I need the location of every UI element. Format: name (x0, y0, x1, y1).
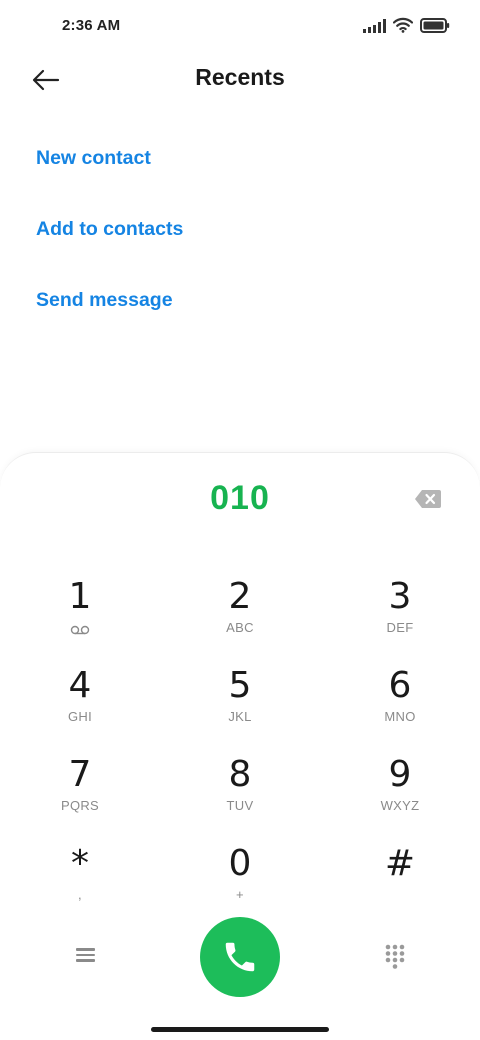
home-indicator[interactable] (151, 1027, 329, 1032)
key-digit: 8 (228, 754, 252, 795)
key-letters: PQRS (60, 798, 100, 813)
send-message-button[interactable]: Send message (36, 272, 444, 343)
dialed-number[interactable]: 010 (0, 479, 480, 518)
key-letters: MNO (384, 709, 416, 724)
key-letters: GHI (67, 709, 92, 724)
key-letters: WXYZ (380, 798, 420, 813)
key-letters: DEF (386, 620, 414, 635)
status-time: 2:36 AM (62, 17, 121, 34)
key-4[interactable]: 4 GHI (0, 664, 160, 753)
battery-icon (420, 18, 450, 33)
key-letters: ABC (226, 620, 254, 635)
backspace-icon (415, 490, 441, 508)
header: Recents (0, 52, 480, 108)
key-digit: 5 (228, 665, 252, 706)
page-title: Recents (195, 64, 285, 90)
key-letters: TUV (226, 798, 254, 813)
key-row: 1 2 ABC 3 DEF (0, 575, 480, 664)
key-digit: 6 (388, 665, 412, 706)
key-letters: , (78, 887, 82, 902)
add-to-contacts-button[interactable]: Add to contacts (36, 201, 444, 272)
key-9[interactable]: 9 WXYZ (320, 753, 480, 842)
signal-icon (363, 18, 386, 33)
key-row: 7 PQRS 8 TUV 9 WXYZ (0, 753, 480, 842)
keypad: 1 2 ABC 3 DEF 4 GHI 5 JKL 6 MNO 7 PQRS 8… (0, 575, 480, 931)
wifi-icon (393, 17, 413, 33)
key-digit: 2 (228, 576, 252, 617)
phone-icon (225, 942, 255, 972)
status-bar: 2:36 AM (0, 0, 480, 52)
key-digit: # (384, 843, 416, 884)
status-icons (363, 17, 450, 33)
key-8[interactable]: 8 TUV (160, 753, 320, 842)
dialpad-icon (385, 944, 405, 969)
key-6[interactable]: 6 MNO (320, 664, 480, 753)
key-3[interactable]: 3 DEF (320, 575, 480, 664)
key-digit: 9 (388, 754, 412, 795)
call-button[interactable] (200, 917, 280, 997)
menu-icon (70, 948, 100, 962)
voicemail-icon (70, 622, 90, 640)
key-digit: 1 (68, 576, 92, 617)
key-row: 4 GHI 5 JKL 6 MNO (0, 664, 480, 753)
backspace-button[interactable] (414, 489, 442, 509)
new-contact-button[interactable]: New contact (36, 130, 444, 201)
key-5[interactable]: 5 JKL (160, 664, 320, 753)
key-1[interactable]: 1 (0, 575, 160, 664)
key-letters: + (236, 887, 244, 902)
action-list: New contact Add to contacts Send message (36, 130, 444, 343)
key-digit: 0 (228, 843, 252, 884)
dialer-panel: 010 1 2 ABC 3 DEF 4 GHI 5 JKL 6 MNO 7 PQ… (0, 452, 480, 1040)
menu-button[interactable] (70, 945, 100, 969)
key-2[interactable]: 2 ABC (160, 575, 320, 664)
dialer-bottom-bar (0, 917, 480, 997)
key-7[interactable]: 7 PQRS (0, 753, 160, 842)
key-letters: JKL (228, 709, 252, 724)
dialpad-toggle-button[interactable] (382, 943, 408, 969)
key-digit: 4 (68, 665, 92, 706)
key-digit: 3 (388, 576, 412, 617)
key-digit: * (71, 843, 89, 884)
key-digit: 7 (68, 754, 92, 795)
